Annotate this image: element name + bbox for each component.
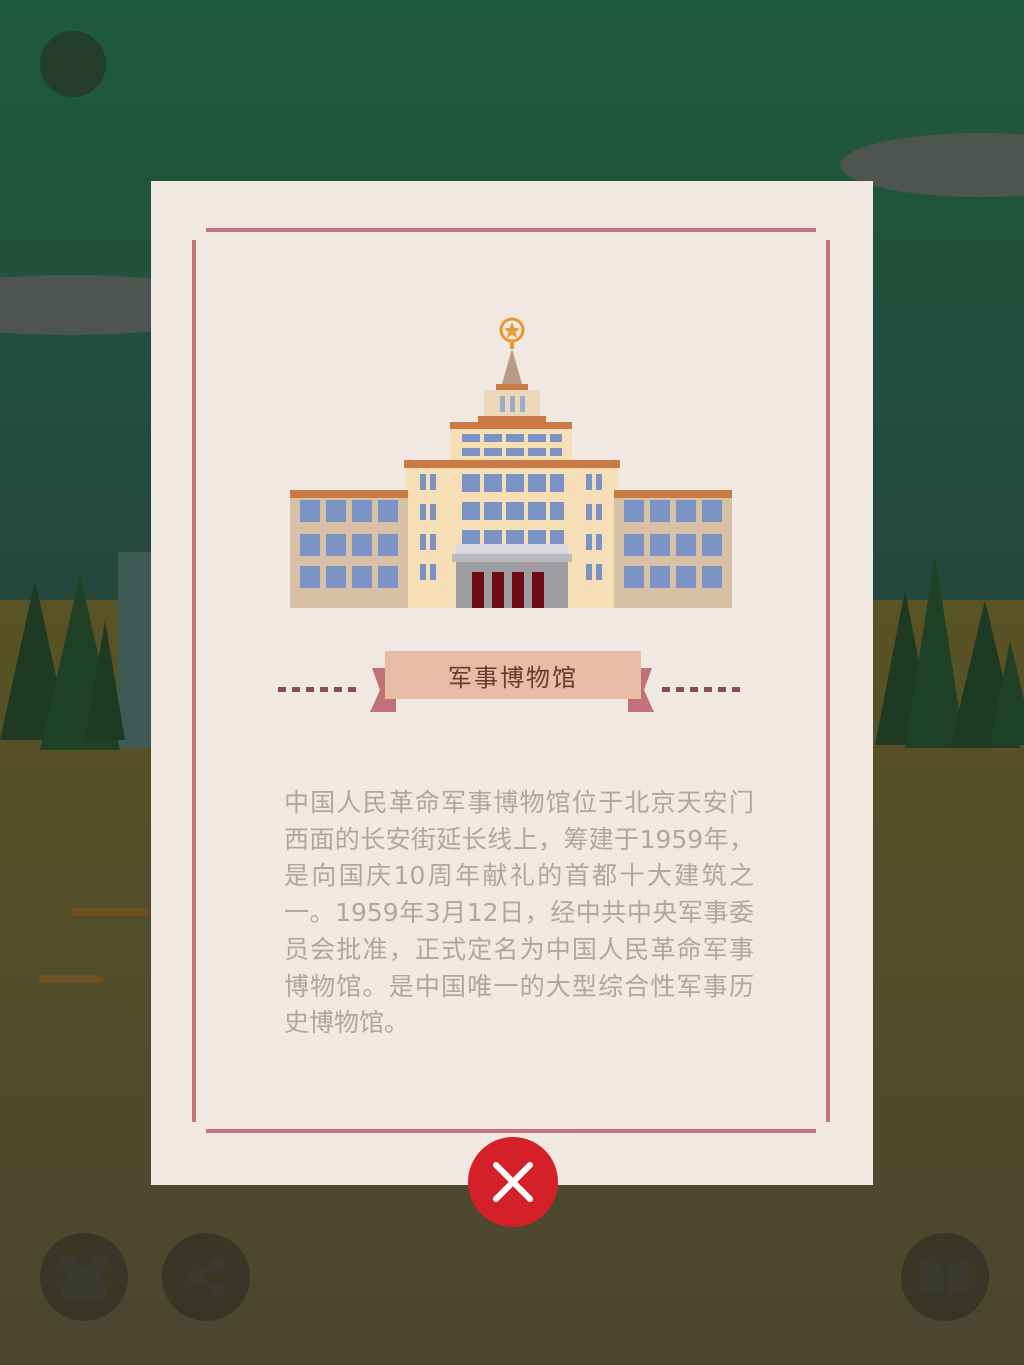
back-button[interactable] (40, 31, 106, 97)
character-button[interactable] (40, 1233, 128, 1321)
chevron-left-icon (64, 51, 80, 77)
place-title: 军事博物馆 (448, 663, 578, 692)
place-description: 中国人民革命军事博物馆位于北京天安门西面的长安街延长线上，筹建于1959年，是向… (284, 788, 754, 1038)
book-button[interactable] (901, 1233, 989, 1321)
frame-left (192, 240, 196, 1122)
frame-top (206, 228, 816, 232)
close-button[interactable] (468, 1137, 558, 1227)
frame-right (826, 240, 830, 1122)
share-button[interactable] (162, 1233, 250, 1321)
close-icon (493, 1162, 533, 1202)
character-icon (61, 1255, 107, 1299)
military-museum-illustration (290, 317, 732, 608)
share-icon (188, 1257, 224, 1297)
book-icon (921, 1261, 969, 1295)
frame-bottom (206, 1129, 816, 1133)
